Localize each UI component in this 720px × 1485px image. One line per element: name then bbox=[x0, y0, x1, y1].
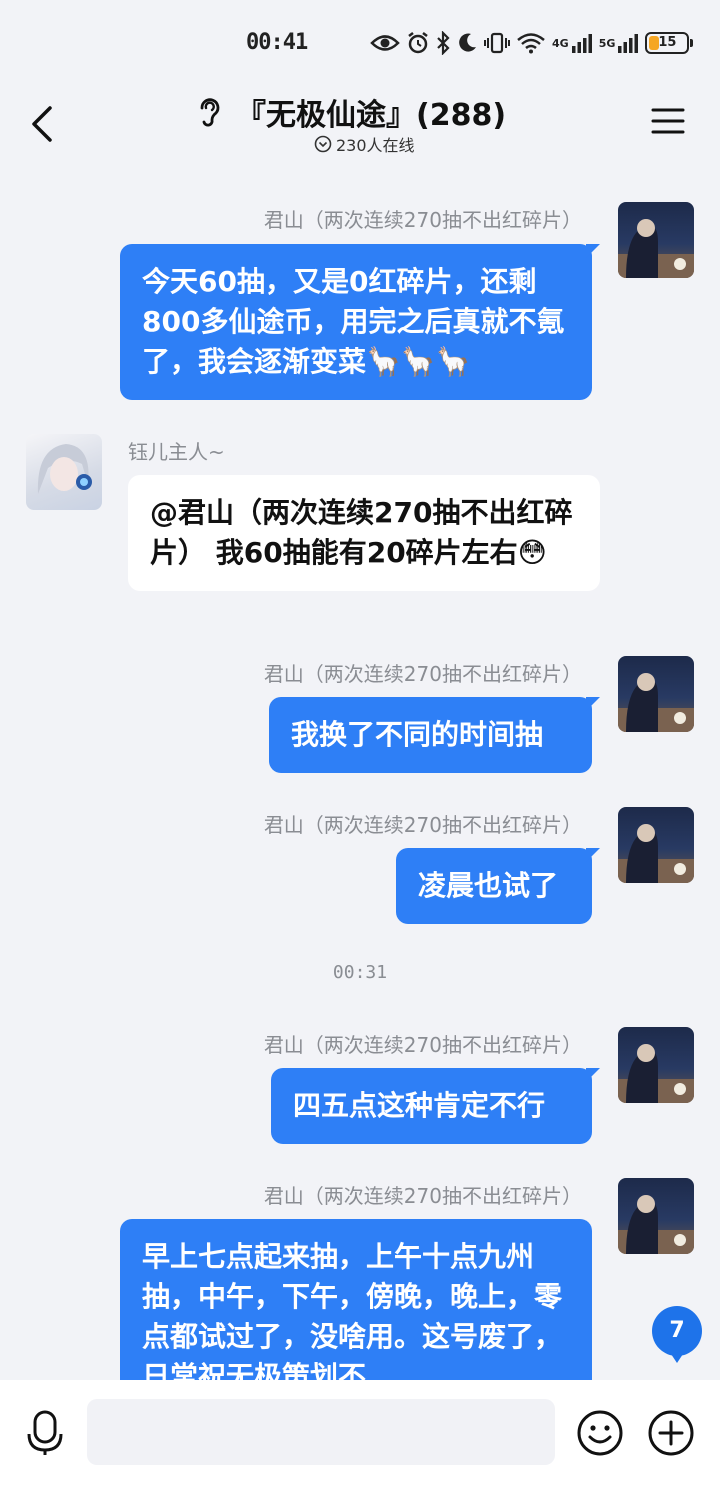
avatar[interactable] bbox=[618, 1027, 694, 1103]
online-status[interactable]: 230人在线 bbox=[314, 132, 415, 156]
battery-level: 15 bbox=[658, 35, 677, 50]
bluetooth-icon bbox=[437, 31, 450, 55]
signal-icon-1 bbox=[571, 34, 592, 53]
avatar[interactable] bbox=[618, 807, 694, 883]
avatar[interactable] bbox=[26, 434, 102, 510]
message-bubble[interactable]: 我换了不同的时间抽 bbox=[269, 697, 600, 773]
back-button[interactable] bbox=[24, 102, 64, 146]
battery-icon: 15 bbox=[645, 32, 694, 54]
message-bubble[interactable]: 今天60抽，又是0红碎片，还剩800多仙途币，用完之后真就不氪了，我会逐渐变菜🦙… bbox=[120, 244, 600, 400]
menu-button[interactable] bbox=[650, 106, 686, 136]
sender-name[interactable]: 君山（两次连续270抽不出红碎片） bbox=[264, 809, 582, 838]
signal-label-1: 4G bbox=[552, 36, 569, 50]
sender-name[interactable]: 君山（两次连续270抽不出红碎片） bbox=[264, 658, 582, 687]
unread-badge[interactable]: 7 bbox=[652, 1306, 702, 1363]
timestamp: 00:31 bbox=[332, 962, 388, 983]
emoji-button[interactable] bbox=[576, 1409, 624, 1457]
avatar[interactable] bbox=[618, 1178, 694, 1254]
avatar[interactable] bbox=[618, 656, 694, 732]
signal-icon-2 bbox=[618, 34, 639, 53]
wifi-icon bbox=[517, 33, 545, 54]
vibrate-icon bbox=[484, 32, 510, 54]
message-bubble[interactable]: @君山（两次连续270抽不出红碎片） 我60抽能有20碎片左右😳 bbox=[128, 475, 600, 591]
moon-icon bbox=[459, 33, 476, 52]
message-input[interactable] bbox=[87, 1399, 555, 1465]
signal-label-2: 5G bbox=[598, 36, 616, 50]
sender-name[interactable]: 君山（两次连续270抽不出红碎片） bbox=[264, 1180, 582, 1209]
sender-name[interactable]: 君山（两次连续270抽不出红碎片） bbox=[264, 204, 582, 233]
sender-name[interactable]: 君山（两次连续270抽不出红碎片） bbox=[264, 1029, 582, 1058]
status-time: 00:41 bbox=[246, 30, 308, 55]
voice-button[interactable] bbox=[26, 1410, 64, 1456]
online-count: 230人在线 bbox=[336, 136, 415, 155]
page-title[interactable]: 『无极仙途』(288) bbox=[236, 90, 506, 134]
input-bar bbox=[0, 1380, 720, 1485]
message-bubble[interactable]: 凌晨也试了 bbox=[396, 848, 600, 924]
plus-button[interactable] bbox=[647, 1409, 695, 1457]
message-bubble[interactable]: 四五点这种肯定不行 bbox=[271, 1068, 600, 1144]
status-bar: 00:41 4G 5G 15 bbox=[0, 0, 720, 84]
chevron-down-circle-icon bbox=[314, 135, 332, 153]
status-icons: 4G 5G 15 bbox=[370, 28, 694, 58]
sender-name[interactable]: 钰儿主人~ bbox=[128, 436, 225, 465]
ear-icon[interactable] bbox=[196, 96, 224, 128]
avatar[interactable] bbox=[618, 202, 694, 278]
chat-header: 『无极仙途』(288) 230人在线 bbox=[0, 84, 720, 170]
eye-icon bbox=[370, 35, 400, 51]
alarm-icon bbox=[408, 32, 428, 54]
